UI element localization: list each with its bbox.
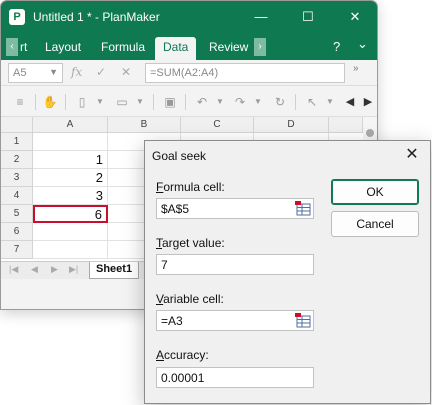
cancel-x-icon[interactable]: ✕ [121,65,131,79]
goal-seek-dialog: Goal seek ✕ Formula cell: $A$5 Target va… [144,140,431,404]
window-title: Untitled 1 * - PlanMaker [33,10,160,24]
cell-a3[interactable]: 2 [33,169,108,187]
column-header-b[interactable]: B [108,117,181,133]
sheet-tab-sheet1[interactable]: Sheet1 [89,262,140,279]
column-header-d[interactable]: D [254,117,329,133]
variable-cell-value: =A3 [161,314,183,328]
cell-picker-icon[interactable] [295,201,311,216]
row-header-2[interactable]: 2 [1,151,33,169]
cell-a4[interactable]: 3 [33,187,108,205]
app-icon: P [9,9,25,25]
menu-icon[interactable]: ≡ [11,93,29,111]
save-icon[interactable]: ▣ [161,93,179,111]
toolbar-scroll-left-icon[interactable]: ◀ [341,93,359,111]
variable-cell-input[interactable]: =A3 [156,310,314,331]
variable-cell-label: Variable cell: [156,292,224,306]
cancel-button[interactable]: Cancel [331,211,419,237]
row-header-3[interactable]: 3 [1,169,33,187]
formula-cell-value: $A$5 [161,202,190,216]
row-header-5[interactable]: 5 [1,205,33,223]
tab-data[interactable]: Data [155,37,197,60]
scrollbar-thumb[interactable] [366,129,374,137]
close-button[interactable]: ✕ [343,7,367,27]
formula-bar-expand-icon[interactable]: » [353,63,359,74]
accuracy-input[interactable]: 0.00001 [156,367,314,388]
ribbon-scroll-right-icon[interactable]: › [254,38,266,56]
toolbar-scroll-right-icon[interactable]: ▶ [359,93,377,111]
function-wizard-icon[interactable]: fx [71,65,82,79]
formula-cell-label-text: ormula cell: [163,180,225,194]
ribbon-collapse-icon[interactable]: ⌄ [357,36,368,52]
cell-a7[interactable] [33,241,108,259]
previous-sheet-icon[interactable]: ◀ [31,264,38,275]
target-value-input[interactable]: 7 [156,254,314,275]
maximize-button[interactable]: ☐ [296,7,320,27]
dialog-close-icon[interactable]: ✕ [402,145,422,165]
title-bar[interactable]: P Untitled 1 * - PlanMaker — ☐ ✕ [1,1,377,34]
toolbar-divider [185,94,186,110]
chevron-down-icon[interactable]: ▼ [249,93,267,111]
row-header-4[interactable]: 4 [1,187,33,205]
cell-a1[interactable] [33,133,108,151]
cell-reference-box[interactable]: A5 ▼ [8,63,63,83]
row-header-7[interactable]: 7 [1,241,33,259]
dialog-title: Goal seek [152,149,207,163]
tab-layout[interactable]: Layout [45,40,81,54]
toolbar-divider [295,94,296,110]
cell-reference-value: A5 [13,67,27,79]
ribbon-scroll-left-icon[interactable]: ‹ [6,38,18,56]
tab-review[interactable]: Review [209,40,248,54]
accuracy-label-text: ccuracy: [164,348,209,362]
chevron-down-icon[interactable]: ▼ [49,67,58,77]
column-header-e[interactable] [329,117,363,133]
select-pointer-icon[interactable]: ↖ [303,93,321,111]
accuracy-label-access-key: A [156,348,165,362]
toolbar-divider [35,94,36,110]
chevron-down-icon[interactable]: ▼ [211,93,229,111]
select-all-corner[interactable] [1,117,33,133]
tab-formula[interactable]: Formula [101,40,145,54]
undo-icon[interactable]: ↶ [193,93,211,111]
last-sheet-icon[interactable]: ▶| [69,264,78,275]
column-header-c[interactable]: C [181,117,254,133]
column-header-a[interactable]: A [33,117,108,133]
ok-button[interactable]: OK [331,179,419,205]
variable-cell-label-text: ariable cell: [163,292,224,306]
open-folder-icon[interactable]: ▭ [113,93,131,111]
cell-a5-selected[interactable]: 6 [33,205,108,223]
touch-mode-icon[interactable]: ✋ [41,93,59,111]
target-value-label-text: arget value: [162,236,225,250]
cell-picker-icon[interactable] [295,313,311,328]
formula-cell-label: Formula cell: [156,180,225,194]
row-header-6[interactable]: 6 [1,223,33,241]
next-sheet-icon[interactable]: ▶ [51,264,58,275]
quick-toolbar: ≡ ✋ ▯ ▼ ▭ ▼ ▣ ↶ ▼ ↷ ▼ ↻ ↖ ▼ ◀ ▶ [1,87,377,117]
repeat-icon[interactable]: ↻ [271,93,289,111]
formula-cell-input[interactable]: $A$5 [156,198,314,219]
ribbon-tab-row: ‹ rt Layout Formula Data Review › ? ⌄ [1,34,377,60]
confirm-check-icon[interactable]: ✓ [96,65,106,79]
formula-bar: A5 ▼ fx ✓ ✕ =SUM(A2:A4) » [1,60,377,86]
cell-a6[interactable] [33,223,108,241]
chevron-down-icon[interactable]: ▼ [131,93,149,111]
redo-icon[interactable]: ↷ [231,93,249,111]
chevron-down-icon[interactable]: ▼ [321,93,339,111]
row-header-1[interactable]: 1 [1,133,33,151]
toolbar-divider [153,94,154,110]
accuracy-label: Accuracy: [156,348,209,362]
toolbar-divider [65,94,66,110]
target-value-label: Target value: [156,236,225,250]
minimize-button[interactable]: — [249,7,273,27]
new-document-icon[interactable]: ▯ [73,93,91,111]
first-sheet-icon[interactable]: |◀ [9,264,18,275]
formula-input[interactable]: =SUM(A2:A4) [145,63,345,83]
help-icon[interactable]: ? [333,39,340,54]
chevron-down-icon[interactable]: ▼ [91,93,109,111]
screen: P Untitled 1 * - PlanMaker — ☐ ✕ ‹ rt La… [0,0,432,405]
cell-a2[interactable]: 1 [33,151,108,169]
tab-insert[interactable]: rt [20,40,27,54]
